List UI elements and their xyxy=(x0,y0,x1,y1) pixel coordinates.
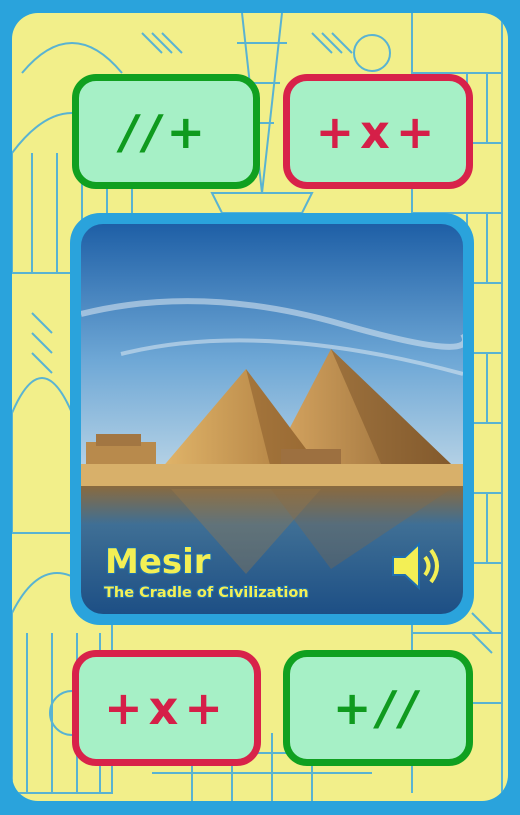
operator-button-top-left[interactable]: //+ xyxy=(72,74,260,189)
operator-button-bottom-left[interactable]: +x+ xyxy=(72,650,261,766)
card-subtitle: The Cradle of Civilization xyxy=(104,585,309,601)
card: //+ +x+ Mesir The Cradle of Civilization… xyxy=(0,0,520,815)
pyramids-photo: Mesir The Cradle of Civilization xyxy=(81,224,463,614)
operator-button-bottom-right[interactable]: +// xyxy=(283,650,473,766)
card-title: Mesir xyxy=(105,542,211,582)
speaker-icon[interactable] xyxy=(387,537,453,595)
photo-frame: Mesir The Cradle of Civilization xyxy=(70,213,474,625)
card-background: //+ +x+ Mesir The Cradle of Civilization… xyxy=(12,13,508,801)
operator-button-top-right[interactable]: +x+ xyxy=(283,74,473,189)
